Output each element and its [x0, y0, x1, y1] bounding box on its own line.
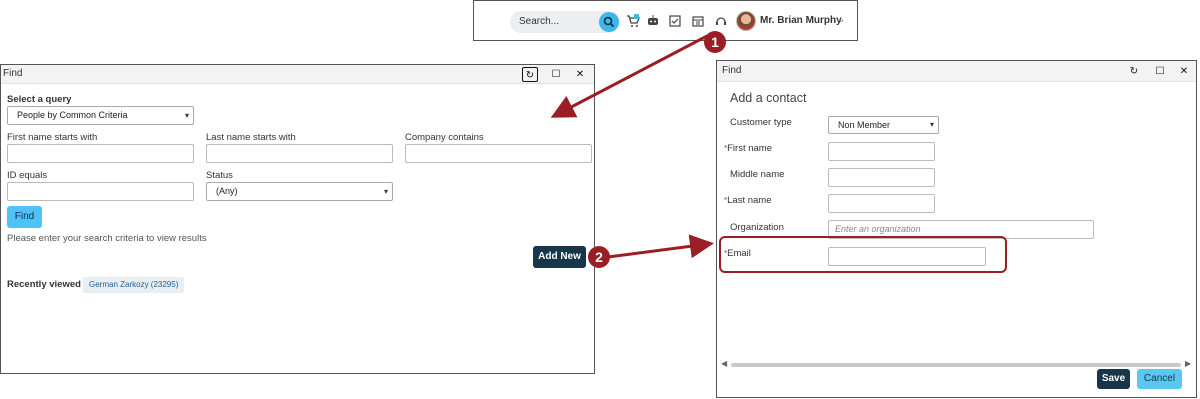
arrow-to-find-window — [550, 34, 708, 118]
annotation-arrows — [550, 34, 714, 259]
callout-1: 1 — [704, 31, 726, 53]
callout-2: 2 — [588, 246, 610, 268]
arrow-to-email — [607, 234, 714, 259]
